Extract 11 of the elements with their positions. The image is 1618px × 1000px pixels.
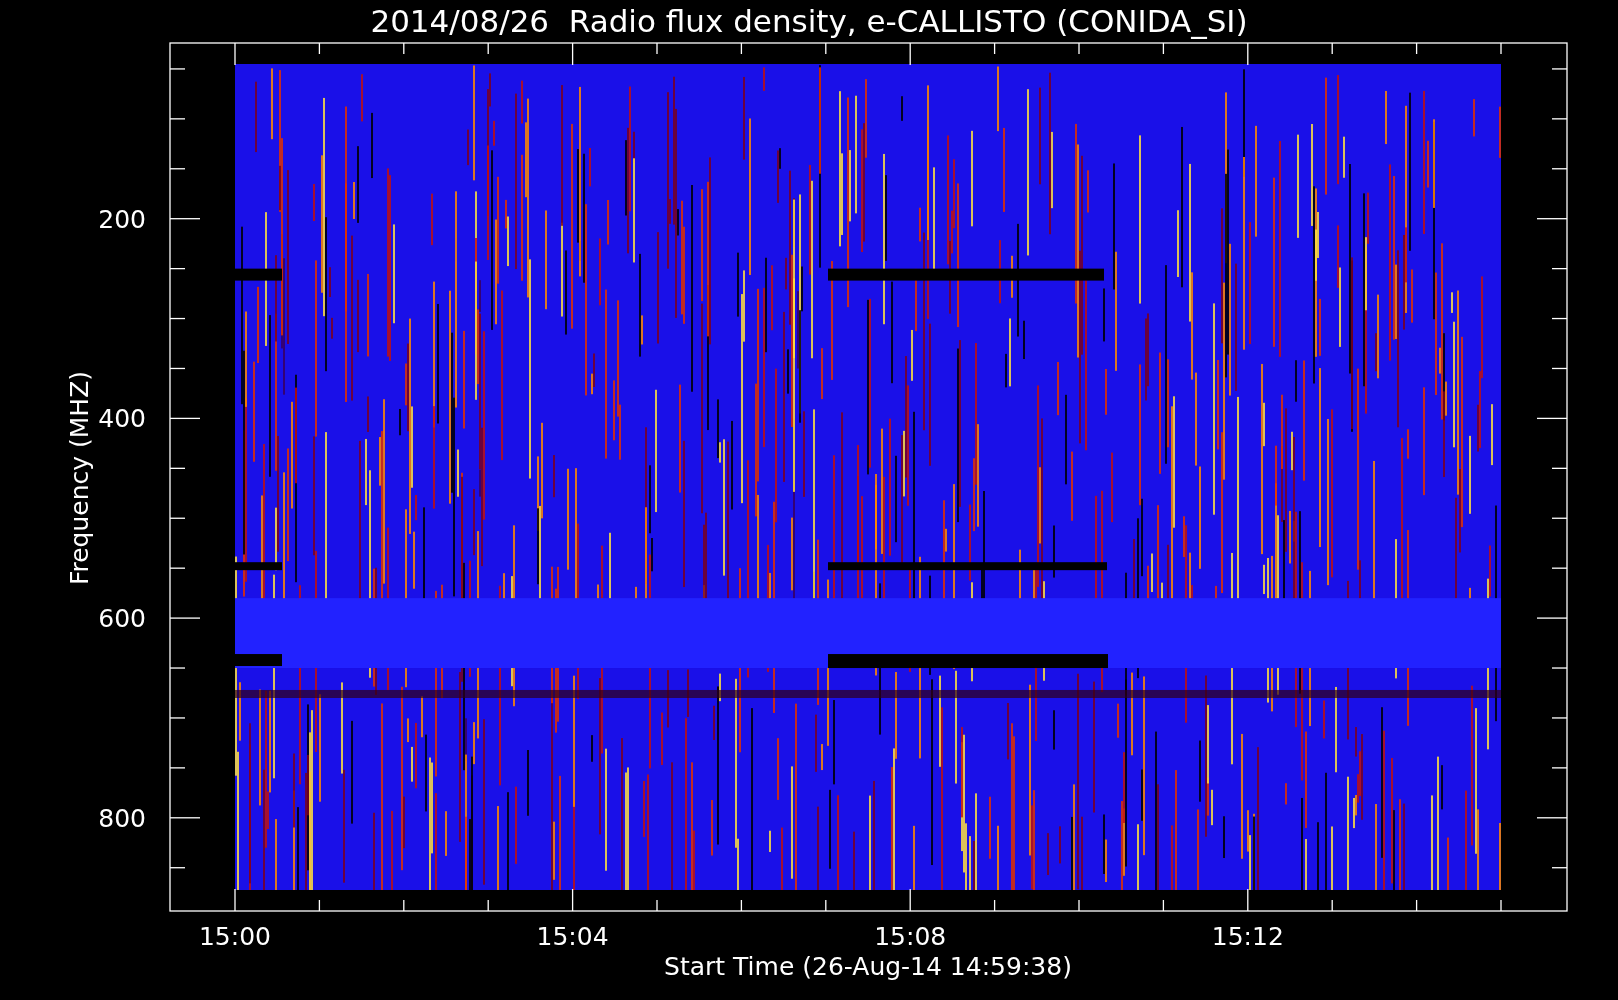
y-tick-label: 600 [98,604,146,634]
x-tick-label: 15:12 [1211,922,1284,951]
y-tick-label: 800 [98,803,146,833]
x-axis-label: Start Time (26-Aug-14 14:59:38) [664,952,1072,981]
x-tick-label: 15:00 [199,922,271,951]
y-axis-label: Frequency (MHZ) [65,370,94,586]
x-tick-label: 15:04 [536,922,609,951]
x-tick-label: 15:08 [874,922,947,951]
chart-title: 2014/08/26 Radio flux density, e-CALLISTO (CONIDA_SI) [370,3,1248,39]
y-tick-label: 200 [98,204,146,234]
y-tick-label: 400 [98,404,146,434]
